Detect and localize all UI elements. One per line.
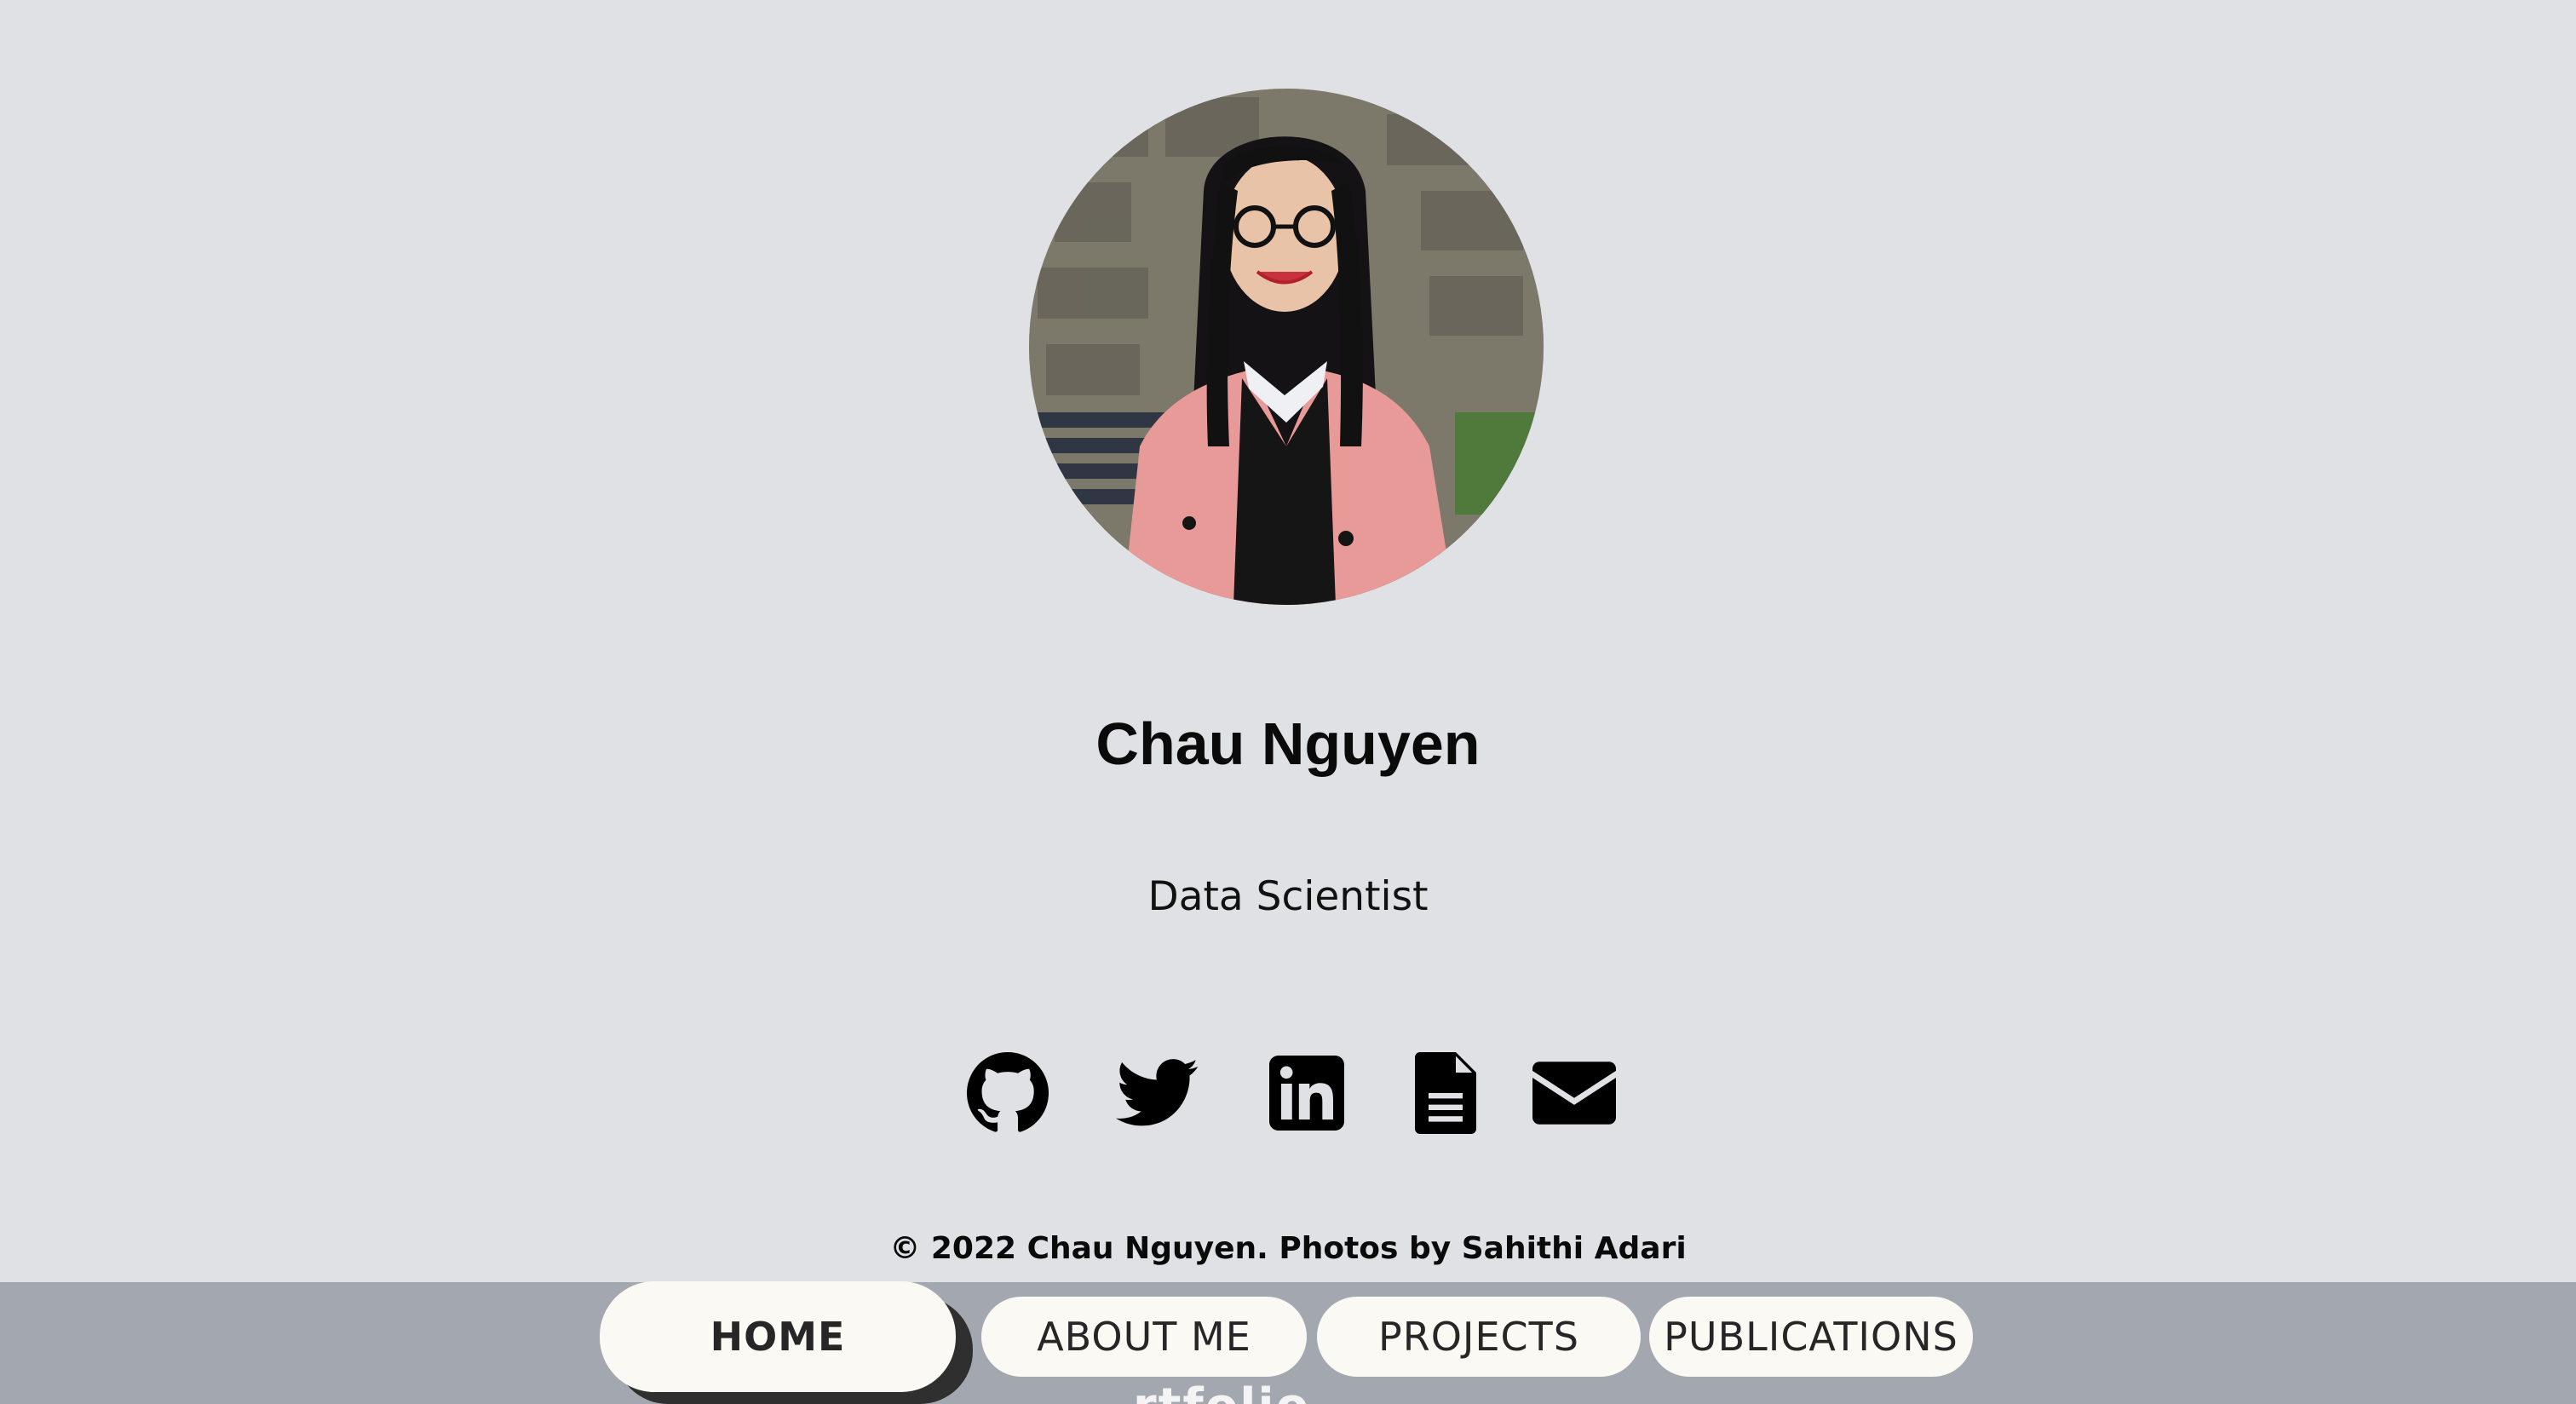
linkedin-link[interactable] bbox=[1269, 1046, 1344, 1140]
github-icon bbox=[967, 1052, 1049, 1132]
github-link[interactable] bbox=[967, 1046, 1049, 1140]
email-link[interactable] bbox=[1532, 1046, 1617, 1140]
copyright-footer: © 2022 Chau Nguyen. Photos by Sahithi Ad… bbox=[889, 1231, 1687, 1266]
profile-name: Chau Nguyen bbox=[1095, 711, 1481, 777]
nav-projects-button[interactable]: PROJECTS bbox=[1317, 1297, 1641, 1377]
file-icon bbox=[1415, 1052, 1476, 1134]
twitter-link[interactable] bbox=[1116, 1046, 1199, 1140]
page: Chau Nguyen Data Scientist © 2022 Chau N… bbox=[0, 0, 2576, 1404]
profile-photo bbox=[1029, 89, 1544, 605]
linkedin-icon bbox=[1269, 1056, 1344, 1131]
twitter-icon bbox=[1116, 1059, 1199, 1126]
nav-publications-button[interactable]: PUBLICATIONS bbox=[1649, 1297, 1973, 1377]
profile-role: Data Scientist bbox=[1147, 873, 1429, 920]
resume-link[interactable] bbox=[1414, 1046, 1477, 1140]
navbar-overflow-text: rtfolio bbox=[1133, 1378, 1310, 1404]
nav-home-button[interactable]: HOME bbox=[600, 1281, 956, 1392]
mail-icon bbox=[1532, 1062, 1616, 1125]
nav-about-button[interactable]: ABOUT ME bbox=[981, 1297, 1307, 1377]
